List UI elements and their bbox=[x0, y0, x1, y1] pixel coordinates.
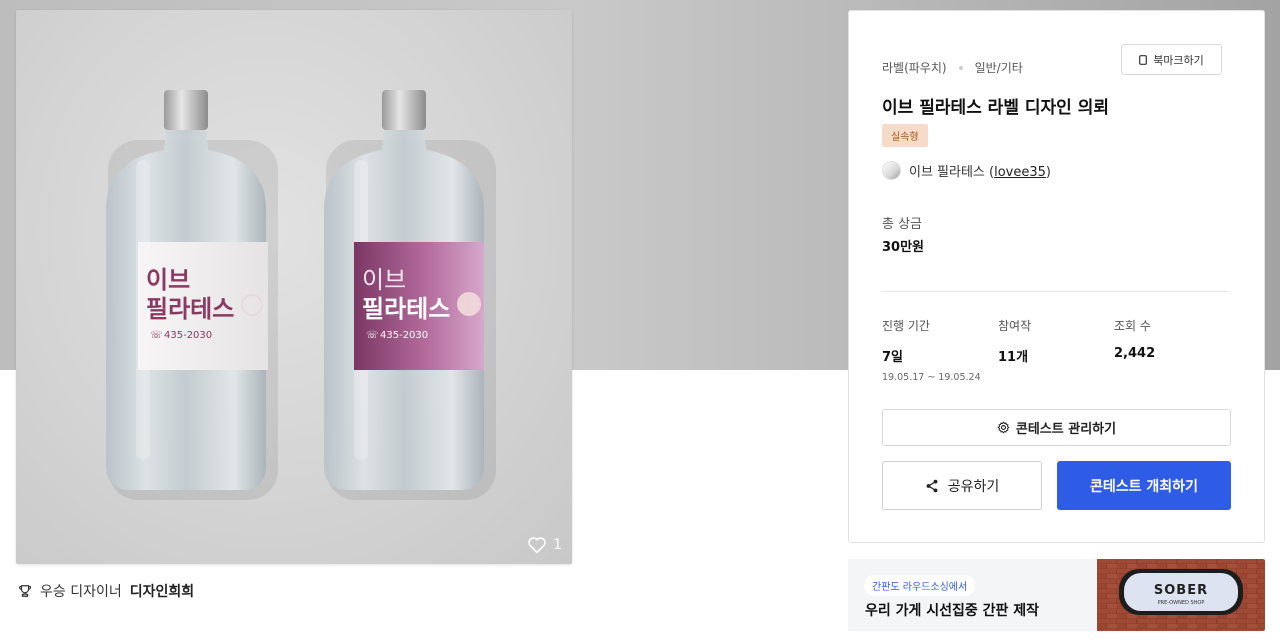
open-contest-button[interactable]: 콘테스트 개최하기 bbox=[1057, 461, 1231, 510]
entries-label: 참여작 bbox=[998, 319, 1032, 333]
host-id-link[interactable]: lovee35 bbox=[994, 165, 1046, 180]
gear-icon bbox=[997, 421, 1010, 434]
divider bbox=[882, 291, 1229, 292]
svg-text:☏: ☏ bbox=[366, 330, 379, 341]
sign-main-text: SOBER bbox=[1154, 583, 1208, 598]
subcategory-label[interactable]: 일반/기타 bbox=[975, 59, 1023, 76]
winner-designer: 우승 디자이너 디자인희희 bbox=[18, 581, 194, 601]
bottle-2-phone: 435-2030 bbox=[380, 330, 428, 341]
stat-period: 진행 기간 7일 19.05.17 ~ 19.05.24 bbox=[882, 317, 981, 383]
period-value: 7일 bbox=[882, 350, 904, 365]
like-count: 1 bbox=[553, 537, 562, 553]
like-button[interactable]: 1 bbox=[527, 536, 562, 554]
bottle-1-name-line1: 이브 bbox=[146, 266, 190, 294]
host-info: 이브 필라테스 (lovee35) bbox=[882, 161, 1051, 180]
bottle-2-name-line2: 필라테스 bbox=[362, 295, 450, 323]
heart-icon bbox=[528, 537, 546, 554]
prize-label: 총 상금 bbox=[882, 217, 923, 232]
winner-prefix: 우승 디자이너 bbox=[40, 584, 122, 600]
share-button[interactable]: 공유하기 bbox=[882, 461, 1042, 510]
views-value: 2,442 bbox=[1114, 346, 1156, 361]
stat-views: 조회 수 2,442 bbox=[1114, 317, 1155, 361]
category-label[interactable]: 라벨(파우치) bbox=[882, 59, 947, 76]
svg-text:☏: ☏ bbox=[150, 330, 163, 341]
prize-value: 30만원 bbox=[882, 240, 925, 255]
ad-banner[interactable]: 간판도 라우드소싱에서 우리 가게 시선집중 간판 제작 SOBER PRE-O… bbox=[848, 559, 1265, 631]
host-name: 이브 필라테스 ( bbox=[909, 165, 995, 180]
separator-dot bbox=[958, 65, 963, 70]
entries-value: 11개 bbox=[998, 350, 1029, 365]
manage-contest-button[interactable]: 콘테스트 관리하기 bbox=[882, 409, 1231, 446]
bookmark-label: 북마크하기 bbox=[1153, 53, 1204, 67]
avatar bbox=[882, 161, 901, 180]
host-close-paren: ) bbox=[1045, 165, 1051, 180]
bottle-2-name-line1: 이브 bbox=[362, 266, 406, 294]
manage-label: 콘테스트 관리하기 bbox=[1015, 422, 1117, 437]
bottle-1-name-line2: 필라테스 bbox=[146, 295, 234, 323]
ad-headline: 우리 가게 시선집중 간판 제작 bbox=[865, 603, 1040, 619]
sign-sub-text: PRE-OWNED SHOP bbox=[1158, 600, 1205, 606]
winner-designer-name[interactable]: 디자인희희 bbox=[130, 581, 194, 601]
period-dates: 19.05.17 ~ 19.05.24 bbox=[882, 372, 981, 383]
share-label: 공유하기 bbox=[947, 478, 1000, 495]
period-label: 진행 기간 bbox=[882, 319, 930, 333]
bottle-mockup-illustration: 이브 필라테스 435-2030 ☏ 이브 필라테스 435-2030 ☏ bbox=[106, 90, 496, 500]
contest-image[interactable]: 이브 필라테스 435-2030 ☏ 이브 필라테스 435-2030 ☏ 1 bbox=[16, 10, 572, 564]
trophy-icon bbox=[18, 585, 32, 597]
views-label: 조회 수 bbox=[1114, 319, 1151, 333]
bookmark-button[interactable]: 북마크하기 bbox=[1121, 44, 1222, 75]
share-icon bbox=[926, 479, 938, 492]
contest-info-panel: 라벨(파우치) 일반/기타 북마크하기 이브 필라테스 라벨 디자인 의뢰 실속… bbox=[848, 10, 1265, 543]
ad-chip: 간판도 라우드소싱에서 bbox=[864, 575, 976, 596]
breadcrumb: 라벨(파우치) 일반/기타 bbox=[882, 59, 1023, 76]
contest-title: 이브 필라테스 라벨 디자인 의뢰 bbox=[882, 98, 1109, 118]
stat-entries: 참여작 11개 bbox=[998, 317, 1031, 365]
bottle-1-phone: 435-2030 bbox=[164, 330, 212, 341]
plan-badge: 실속형 bbox=[882, 124, 928, 147]
bookmark-icon bbox=[1139, 54, 1148, 65]
sign-photo: SOBER PRE-OWNED SHOP bbox=[1097, 559, 1265, 631]
